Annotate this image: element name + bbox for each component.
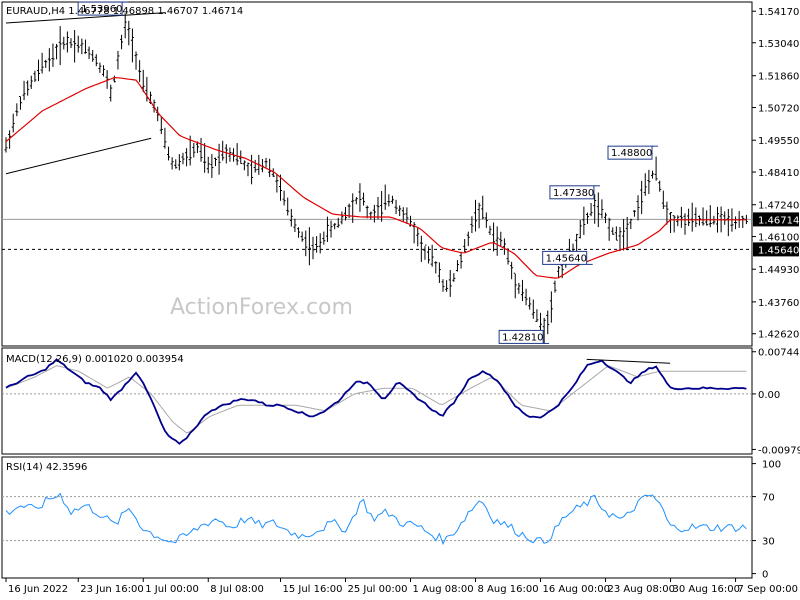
moving-average-path <box>5 76 747 279</box>
macd-line <box>5 358 747 445</box>
time-tick-label: 23 Jun 16:00 <box>80 584 144 595</box>
price-tick-label: 1.44930 <box>758 265 799 276</box>
rsi-tick-label: 100 <box>762 460 781 471</box>
current-price-label: 1.46714 <box>758 215 799 226</box>
panel-frames <box>1 1 753 579</box>
moving-average-line <box>5 76 747 279</box>
price-tick-label: 1.54170 <box>758 7 799 18</box>
rsi-label: RSI(14) 42.3596 <box>6 462 87 473</box>
macd-label: MACD(12,26,9) 0.001020 0.003954 <box>6 354 184 365</box>
price-tick-label: 1.47240 <box>758 201 799 212</box>
time-tick-label: 8 Jul 08:00 <box>210 584 264 595</box>
macd-axis-ticks: 0.007441 0.00 -0.009794 <box>752 348 800 456</box>
price-annotations: 1.539601.428101.456401.473801.48800 <box>77 1 659 344</box>
time-axis-ticks: 16 Jun 2022 23 Jun 16:00 1 Jul 00:00 8 Jul … <box>5 578 798 595</box>
trend-line-1 <box>5 137 152 175</box>
rsi-lines <box>2 492 752 546</box>
annotation-label: 1.47380 <box>553 188 594 199</box>
macd-lines <box>2 358 752 445</box>
time-tick-label: 8 Aug 16:00 <box>478 584 539 595</box>
price-tick-label: 1.53040 <box>758 39 799 50</box>
time-tick-label: 16 Aug 00:00 <box>543 584 610 595</box>
rsi-line <box>5 492 747 546</box>
rsi-tick-label: 0 <box>762 570 768 581</box>
annotation-label: 1.42810 <box>502 332 543 343</box>
price-tick-label: 1.46100 <box>758 233 799 244</box>
macd-tick-label: 0.00 <box>758 390 780 401</box>
panel-frame-0 <box>1 1 753 347</box>
annotation-label: 1.45640 <box>546 253 587 264</box>
trend-lines <box>5 12 166 175</box>
macd-signal-line <box>5 365 747 434</box>
rsi-axis-ticks: 100 70 30 0 <box>752 460 781 581</box>
macd-tick-label: -0.009794 <box>758 445 800 456</box>
support-price-label: 1.45640 <box>758 245 799 256</box>
symbol-header: EURAUD,H4 1.46778 1.46898 1.46707 1.4671… <box>6 6 243 17</box>
price-axis-ticks: 1.54170 1.53040 1.51860 1.50720 1.49550 1.484… <box>752 7 799 341</box>
macd-tick-label: 0.007441 <box>758 348 800 359</box>
time-tick-label: 1 Jul 00:00 <box>145 584 199 595</box>
rsi-tick-label: 70 <box>762 493 775 504</box>
price-grid <box>2 218 752 250</box>
price-tick-label: 1.48410 <box>758 168 799 179</box>
rsi-tick-label: 30 <box>762 537 775 548</box>
price-tick-label: 1.42620 <box>758 330 799 341</box>
time-tick-label: 25 Jul 00:00 <box>347 584 407 595</box>
forex-chart: ActionForex.com 1.539601.428101.456401.4… <box>1 1 800 595</box>
watermark: ActionForex.com <box>170 295 353 320</box>
annotation-label: 1.48800 <box>611 148 652 159</box>
price-tick-label: 1.51860 <box>758 72 799 83</box>
time-tick-label: 15 Jul 16:00 <box>282 584 342 595</box>
price-bars <box>4 13 748 344</box>
price-tick-label: 1.49550 <box>758 136 799 147</box>
time-tick-label: 1 Aug 08:00 <box>413 584 474 595</box>
price-tick-label: 1.50720 <box>758 104 799 115</box>
time-tick-label: 30 Aug 16:00 <box>673 584 740 595</box>
price-tick-label: 1.43760 <box>758 298 799 309</box>
time-tick-label: 23 Aug 08:00 <box>608 584 675 595</box>
time-tick-label: 16 Jun 2022 <box>8 584 68 595</box>
time-tick-label: 7 Sep 00:00 <box>738 584 798 595</box>
